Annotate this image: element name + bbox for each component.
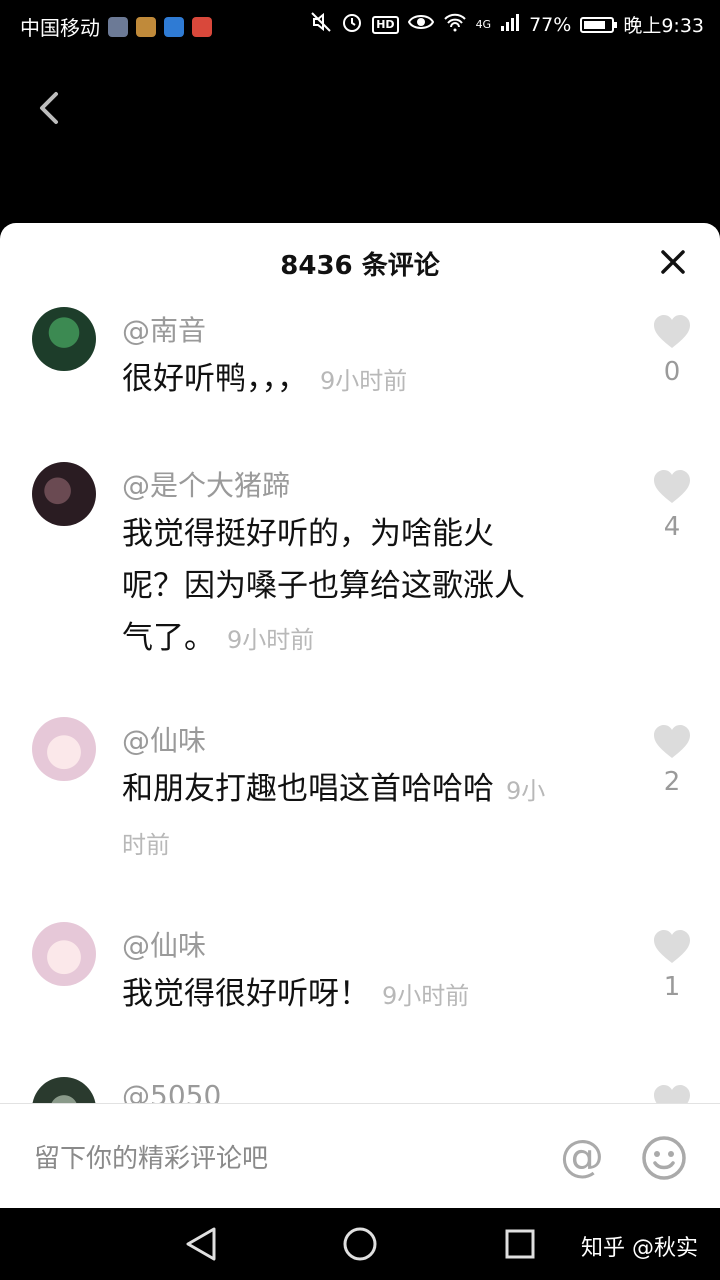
like-count: 2: [663, 767, 681, 797]
zhihu-app-icon: [164, 16, 184, 37]
comment-username[interactable]: @仙味: [122, 924, 206, 964]
taobao-app-icon: [136, 16, 156, 37]
hd-badge: HD: [372, 15, 399, 34]
comments-sheet: 8436 条评论 @南音 很好听鸭，，， 9小时前 0 @是个大猪蹄 我觉得挺好听…: [0, 223, 720, 1208]
comment-text: 和朋友打趣也唱这首哈哈哈 9小时前: [122, 763, 552, 871]
like-count: 4: [663, 512, 681, 542]
comment-time: 9小时前: [382, 982, 470, 1010]
nav-recents-button[interactable]: [504, 1228, 536, 1264]
close-button[interactable]: [660, 249, 686, 275]
comment-text: 我觉得很好听呀！ 9小时前: [122, 968, 562, 1022]
carrier-label: 中国移动: [20, 16, 100, 40]
heart-icon: [654, 315, 690, 348]
comment-text: 我觉得挺好听的，为啥能火呢？因为嗓子也算给这歌涨人气了。 9小时前: [122, 508, 552, 666]
triangle-back-icon: [186, 1227, 216, 1261]
nav-home-button[interactable]: [342, 1226, 378, 1266]
like-count: 0: [663, 357, 681, 387]
avatar[interactable]: [32, 717, 96, 781]
comments-count-title: 8436 条评论: [280, 251, 440, 281]
comment-body: 我觉得很好听呀！: [122, 976, 370, 1012]
heart-icon: [654, 930, 690, 963]
comment-body: 我觉得挺好听的，为啥能火呢？因为嗓子也算给这歌涨人气了。: [122, 516, 525, 656]
emoji-button[interactable]: [640, 1134, 688, 1182]
heart-icon: [654, 470, 690, 503]
network-type: 4G: [475, 18, 492, 31]
alarm-icon: [341, 11, 363, 38]
comment-text: 很好听鸭，，， 9小时前: [122, 353, 562, 407]
shield-app-icon: [108, 16, 128, 37]
comment-username[interactable]: @仙味: [122, 719, 206, 759]
status-bar: 中国移动 HD 4G 77% 晚上9:33: [0, 0, 720, 50]
avatar[interactable]: [32, 922, 96, 986]
like-count: 1: [663, 972, 681, 1002]
comment-username[interactable]: @南音: [122, 309, 206, 349]
system-nav-bar: 知乎 @秋实: [0, 1208, 720, 1280]
comment-username[interactable]: @是个大猪蹄: [122, 464, 290, 504]
smiley-icon: [642, 1136, 686, 1180]
comment-input-bar: @: [0, 1103, 720, 1209]
like-button[interactable]: 4: [652, 470, 692, 542]
mail-app-icon: [192, 16, 212, 37]
status-bar-left: 中国移动: [20, 12, 212, 41]
clock: 晚上9:33: [623, 15, 704, 37]
back-button[interactable]: [30, 88, 70, 128]
watermark: 知乎 @秋实: [581, 1236, 698, 1261]
like-button[interactable]: 2: [652, 725, 692, 797]
nav-back-button[interactable]: [184, 1226, 218, 1266]
like-button[interactable]: 0: [652, 315, 692, 387]
comment-input[interactable]: [32, 1138, 516, 1180]
battery-percent: 77%: [529, 13, 572, 36]
wifi-icon: [443, 12, 467, 37]
close-icon: [661, 250, 685, 274]
avatar[interactable]: [32, 462, 96, 526]
avatar[interactable]: [32, 307, 96, 371]
heart-icon: [654, 725, 690, 758]
eye-icon: [407, 13, 434, 36]
signal-icon: [500, 13, 520, 36]
comment-body: 和朋友打趣也唱这首哈哈哈: [122, 771, 494, 807]
chevron-left-icon: [40, 92, 58, 124]
square-recents-icon: [505, 1229, 535, 1259]
circle-home-icon: [343, 1227, 377, 1261]
mute-icon: [310, 11, 332, 38]
comment-time: 9小时前: [227, 626, 315, 654]
battery-icon: [580, 16, 618, 33]
mention-button[interactable]: @: [560, 1132, 604, 1182]
comment-body: 很好听鸭，，，: [122, 361, 308, 397]
comment-time: 9小时前: [320, 367, 408, 395]
like-button[interactable]: 1: [652, 930, 692, 1002]
status-bar-right: HD 4G 77% 晚上9:33: [310, 11, 704, 38]
